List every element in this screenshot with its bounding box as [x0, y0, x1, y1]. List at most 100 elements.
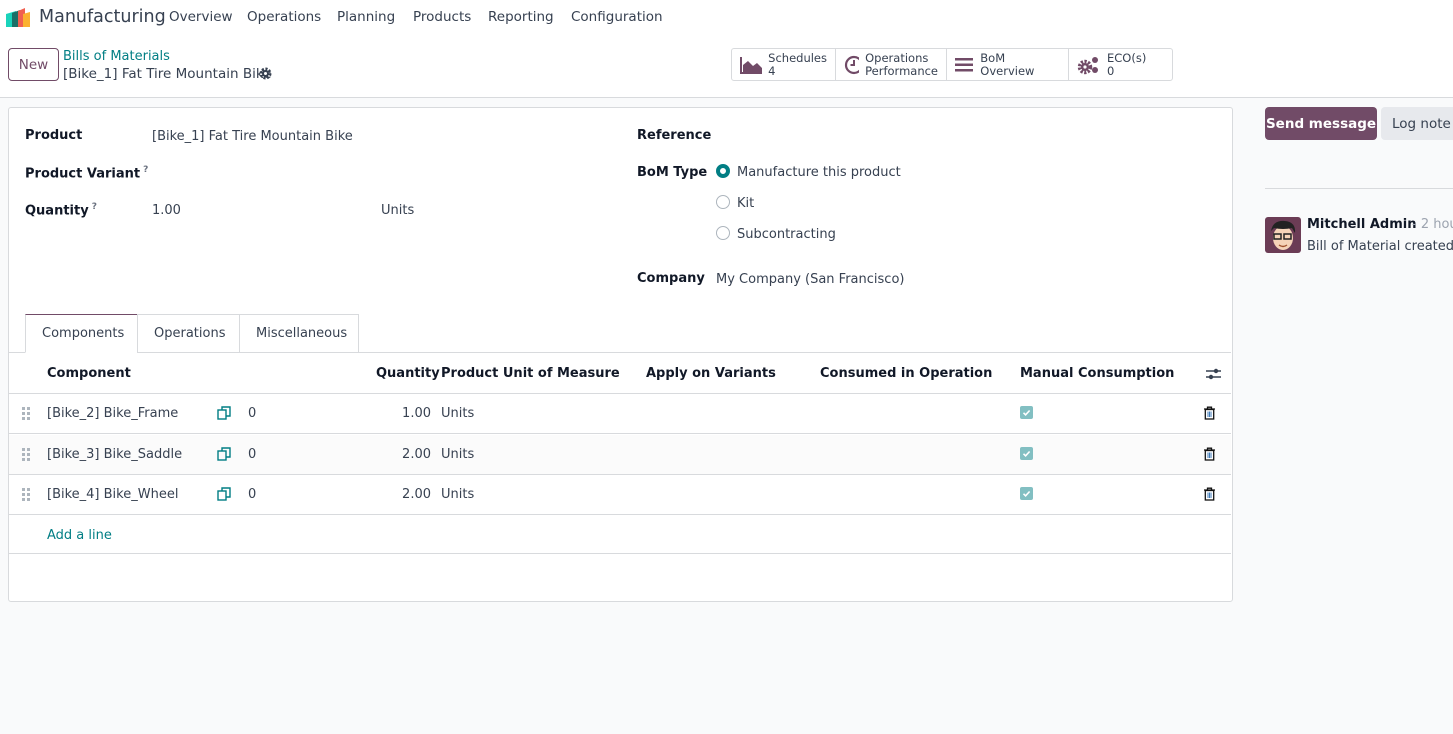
- component-name[interactable]: [Bike_2] Bike_Frame: [47, 406, 178, 421]
- clock-icon: [844, 55, 860, 74]
- product-variant-text: Product Variant: [25, 166, 141, 182]
- reference-label: Reference: [637, 128, 712, 143]
- ecos-button[interactable]: ECO(s) 0: [1069, 49, 1172, 80]
- component-count: 0: [248, 446, 257, 462]
- check-icon: [1022, 409, 1031, 416]
- message-author[interactable]: Mitchell Admin: [1307, 217, 1416, 232]
- bom-type-label: BoM Type: [637, 165, 708, 180]
- app-name[interactable]: Manufacturing: [39, 7, 166, 27]
- copy-icon[interactable]: [217, 446, 232, 462]
- drag-handle-icon[interactable]: [22, 407, 31, 420]
- avatar[interactable]: [1265, 217, 1301, 253]
- component-uom[interactable]: Units: [441, 447, 474, 462]
- drag-handle-icon[interactable]: [22, 488, 31, 502]
- component-quantity[interactable]: 1.00: [377, 406, 431, 421]
- col-uom[interactable]: Product Unit of Measure: [441, 366, 620, 381]
- copy-icon[interactable]: [217, 487, 232, 502]
- col-component[interactable]: Component: [47, 366, 131, 381]
- component-quantity[interactable]: 2.00: [377, 487, 431, 502]
- new-button[interactable]: New: [8, 48, 59, 81]
- menu-overview[interactable]: Overview: [169, 9, 233, 25]
- menu-operations[interactable]: Operations: [247, 9, 321, 25]
- schedules-label: Schedules: [768, 50, 827, 65]
- tab-components[interactable]: Components: [25, 314, 138, 353]
- table-row[interactable]: [Bike_4] Bike_Wheel 0 2.00 Units: [9, 475, 1231, 516]
- help-tooltip-icon[interactable]: ?: [143, 165, 148, 175]
- operations-label: Operations: [865, 50, 929, 65]
- component-count: 0: [248, 406, 257, 421]
- help-tooltip-icon[interactable]: ?: [92, 202, 97, 212]
- radio-label-manufacture[interactable]: Manufacture this product: [737, 165, 901, 180]
- record-title: [Bike_1] Fat Tire Mountain Bike: [63, 66, 272, 82]
- bom-overview-button[interactable]: BoM Overview: [947, 49, 1069, 80]
- manufacturing-logo-icon[interactable]: [6, 8, 32, 27]
- component-uom[interactable]: Units: [441, 406, 474, 421]
- company-field[interactable]: My Company (San Francisco): [716, 272, 904, 287]
- radio-label-subcontracting[interactable]: Subcontracting: [737, 227, 836, 242]
- product-field[interactable]: [Bike_1] Fat Tire Mountain Bike: [152, 129, 353, 144]
- manual-consumption-checkbox[interactable]: [1020, 487, 1033, 501]
- company-label: Company: [637, 271, 705, 286]
- product-variant-label: Product Variant?: [25, 165, 148, 181]
- radio-label-kit[interactable]: Kit: [737, 196, 754, 211]
- chatter-divider: [1265, 188, 1453, 189]
- menu-reporting[interactable]: Reporting: [488, 9, 554, 25]
- bars-icon: [955, 57, 973, 71]
- breadcrumb-bills-of-materials[interactable]: Bills of Materials: [63, 49, 170, 64]
- col-quantity[interactable]: Quantity: [376, 366, 440, 381]
- radio-manufacture[interactable]: [716, 164, 730, 178]
- radio-subcontracting[interactable]: [716, 226, 730, 240]
- component-uom[interactable]: Units: [441, 487, 474, 502]
- col-consumed-operation[interactable]: Consumed in Operation: [820, 366, 992, 381]
- quantity-field[interactable]: 1.00: [152, 203, 181, 218]
- menu-products[interactable]: Products: [413, 9, 471, 25]
- log-note-button[interactable]: Log note: [1381, 107, 1453, 140]
- drag-handle-icon[interactable]: [22, 447, 31, 461]
- gears-icon: [1077, 56, 1098, 74]
- table-row[interactable]: [Bike_2] Bike_Frame 0 1.00 Units: [9, 394, 1231, 434]
- trash-icon[interactable]: [1203, 487, 1216, 502]
- check-icon: [1022, 450, 1031, 457]
- schedules-count: 4: [768, 63, 776, 78]
- bom-overview-label: BoM Overview: [980, 50, 1035, 78]
- smart-buttons: Schedules 4 Operations Performance BoM Ove…: [731, 48, 1173, 81]
- component-count: 0: [248, 487, 257, 503]
- table-bottom-divider: [9, 553, 1231, 554]
- product-label: Product: [25, 128, 83, 143]
- copy-icon[interactable]: [217, 406, 232, 421]
- message-time: - 2 hou: [1412, 217, 1453, 232]
- check-icon: [1022, 491, 1031, 498]
- ecos-count: 0: [1107, 63, 1115, 78]
- tab-operations[interactable]: Operations: [137, 314, 240, 353]
- schedules-button[interactable]: Schedules 4: [732, 49, 836, 80]
- component-name[interactable]: [Bike_3] Bike_Saddle: [47, 447, 182, 462]
- message-body: Bill of Material created: [1307, 239, 1453, 254]
- table-row[interactable]: [Bike_3] Bike_Saddle 0 2.00 Units: [9, 434, 1231, 475]
- operations-performance-button[interactable]: Operations Performance: [836, 49, 947, 80]
- performance-label: Performance: [865, 63, 938, 78]
- area-chart-icon: [740, 56, 763, 74]
- component-name[interactable]: [Bike_4] Bike_Wheel: [47, 487, 178, 502]
- product-variant-field[interactable]: [152, 160, 612, 184]
- menu-planning[interactable]: Planning: [337, 9, 395, 25]
- reference-field[interactable]: [716, 124, 1216, 148]
- send-message-button[interactable]: Send message: [1265, 107, 1377, 140]
- add-line-link[interactable]: Add a line: [47, 528, 112, 543]
- quantity-text: Quantity: [25, 203, 89, 219]
- top-navbar: Manufacturing Overview Operations Planni…: [0, 0, 1453, 35]
- gear-icon[interactable]: [259, 67, 272, 80]
- radio-kit[interactable]: [716, 195, 730, 209]
- manual-consumption-checkbox[interactable]: [1020, 446, 1033, 460]
- uom-field[interactable]: Units: [381, 203, 414, 218]
- optional-columns-toggle-icon[interactable]: [1206, 367, 1221, 381]
- tab-miscellaneous[interactable]: Miscellaneous: [239, 314, 359, 353]
- ecos-label: ECO(s): [1107, 50, 1147, 65]
- quantity-label: Quantity?: [25, 202, 97, 218]
- trash-icon[interactable]: [1203, 447, 1216, 461]
- manual-consumption-checkbox[interactable]: [1020, 406, 1033, 419]
- component-quantity[interactable]: 2.00: [377, 447, 431, 462]
- col-apply-variants[interactable]: Apply on Variants: [646, 366, 776, 381]
- menu-configuration[interactable]: Configuration: [571, 9, 663, 25]
- col-manual-consumption[interactable]: Manual Consumption: [1020, 366, 1174, 381]
- trash-icon[interactable]: [1203, 406, 1216, 420]
